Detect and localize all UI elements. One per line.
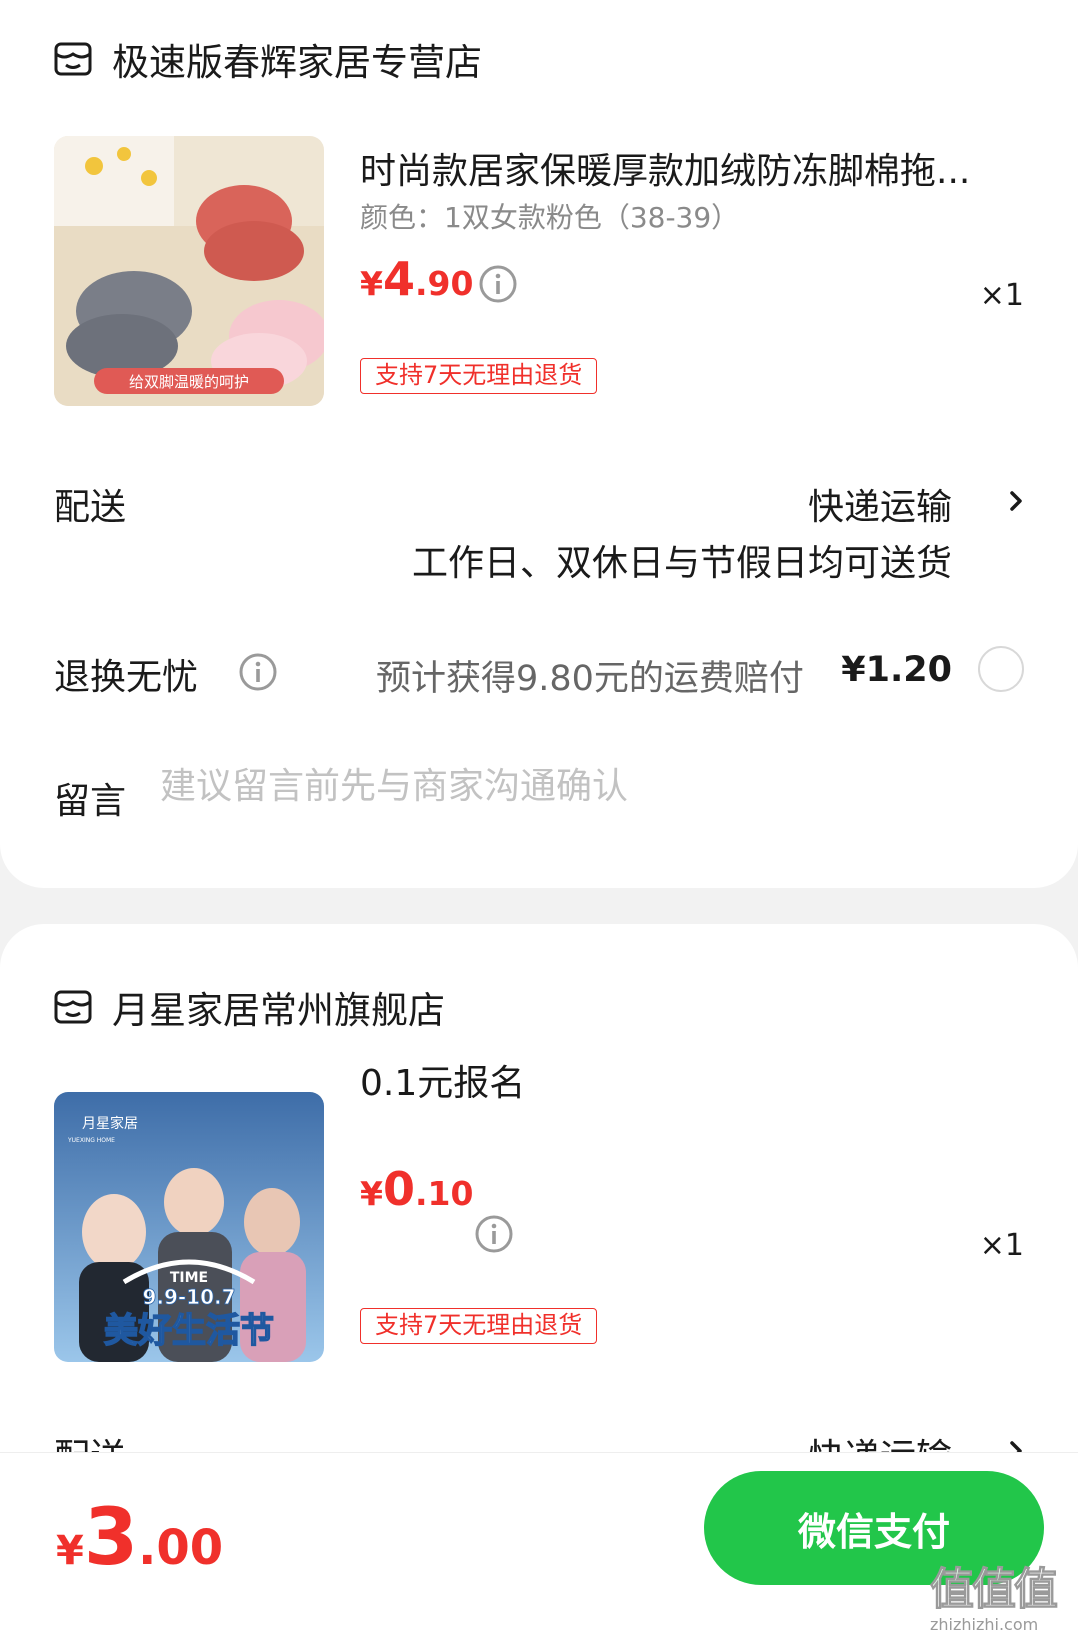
return-policy-tag: 支持7天无理由退货 bbox=[360, 1308, 598, 1344]
checkout-footer: ¥ 3 .00 微信支付 值值值 zhizhizhi.com bbox=[0, 1452, 1078, 1634]
message-input[interactable] bbox=[160, 766, 1000, 807]
product-image[interactable]: 给双脚温暖的呵护 bbox=[54, 136, 324, 406]
product-image-dates: 9.9-10.7 bbox=[142, 1285, 235, 1309]
return-policy-tag: 支持7天无理由退货 bbox=[360, 358, 598, 394]
watermark-url: zhizhizhi.com bbox=[930, 1615, 1039, 1634]
product-image-banner: 给双脚温暖的呵护 bbox=[129, 373, 249, 391]
return-service-price: ¥1.20 bbox=[841, 650, 952, 690]
product-quantity: ×1 bbox=[979, 278, 1024, 313]
product-price: ¥ 4 .90 bbox=[360, 252, 473, 306]
total-integer: 3 bbox=[83, 1493, 139, 1583]
return-service-label: 退换无忧 bbox=[54, 657, 199, 698]
store-name: 极速版春辉家居专营店 bbox=[112, 41, 482, 84]
return-service-radio[interactable] bbox=[978, 646, 1024, 692]
order-total: ¥ 3 .00 bbox=[56, 1493, 223, 1583]
product-variant[interactable]: 颜色：1双女款粉色（38-39） bbox=[360, 196, 739, 236]
product-image[interactable]: 月星家居 YUEXING HOME TIME 9.9-10.7 美好生活节 bbox=[54, 1092, 324, 1362]
price-integer: 4 bbox=[382, 252, 415, 306]
product-image-time: TIME bbox=[170, 1270, 208, 1286]
price-symbol: ¥ bbox=[360, 264, 383, 303]
info-icon[interactable] bbox=[238, 652, 278, 692]
product-image-brand-en: YUEXING HOME bbox=[67, 1137, 115, 1144]
product-image-brand: 月星家居 bbox=[82, 1115, 138, 1132]
watermark: 值值值 zhizhizhi.com bbox=[930, 1553, 1070, 1634]
info-icon[interactable] bbox=[474, 1214, 514, 1254]
delivery-note: 工作日、双休日与节假日均可送货 bbox=[411, 543, 952, 584]
store-header[interactable]: 极速版春辉家居专营店 bbox=[54, 32, 482, 86]
product-quantity: ×1 bbox=[979, 1228, 1024, 1263]
delivery-method[interactable]: 快递运输 bbox=[808, 478, 952, 530]
delivery-label: 配送 bbox=[54, 487, 127, 528]
store-icon bbox=[54, 42, 92, 76]
product-title[interactable]: 0.1元报名 bbox=[360, 1054, 1030, 1106]
store-icon bbox=[54, 990, 92, 1024]
info-icon[interactable] bbox=[478, 264, 518, 304]
store-header[interactable]: 月星家居常州旗舰店 bbox=[54, 980, 445, 1034]
store-card-1: 极速版春辉家居专营店 给双脚温暖的呵护 时尚款居家保暖厚款加绒防冻脚棉拖... … bbox=[0, 0, 1078, 888]
price-decimal: .90 bbox=[414, 264, 474, 303]
product-price: ¥ 0 .10 bbox=[360, 1162, 473, 1216]
product-title[interactable]: 时尚款居家保暖厚款加绒防冻脚棉拖... bbox=[360, 142, 1030, 194]
product-image-title: 美好生活节 bbox=[104, 1311, 274, 1351]
price-symbol: ¥ bbox=[360, 1174, 383, 1213]
total-symbol: ¥ bbox=[56, 1528, 84, 1574]
price-integer: 0 bbox=[382, 1162, 415, 1216]
total-decimal: .00 bbox=[138, 1520, 224, 1576]
return-service-note: 预计获得9.80元的运费赔付 bbox=[376, 659, 804, 699]
watermark-logo: 值值值 bbox=[930, 1564, 1059, 1616]
chevron-right-icon[interactable] bbox=[1006, 486, 1026, 516]
message-label: 留言 bbox=[54, 781, 127, 822]
price-decimal: .10 bbox=[414, 1174, 474, 1213]
store-name: 月星家居常州旗舰店 bbox=[112, 989, 445, 1032]
